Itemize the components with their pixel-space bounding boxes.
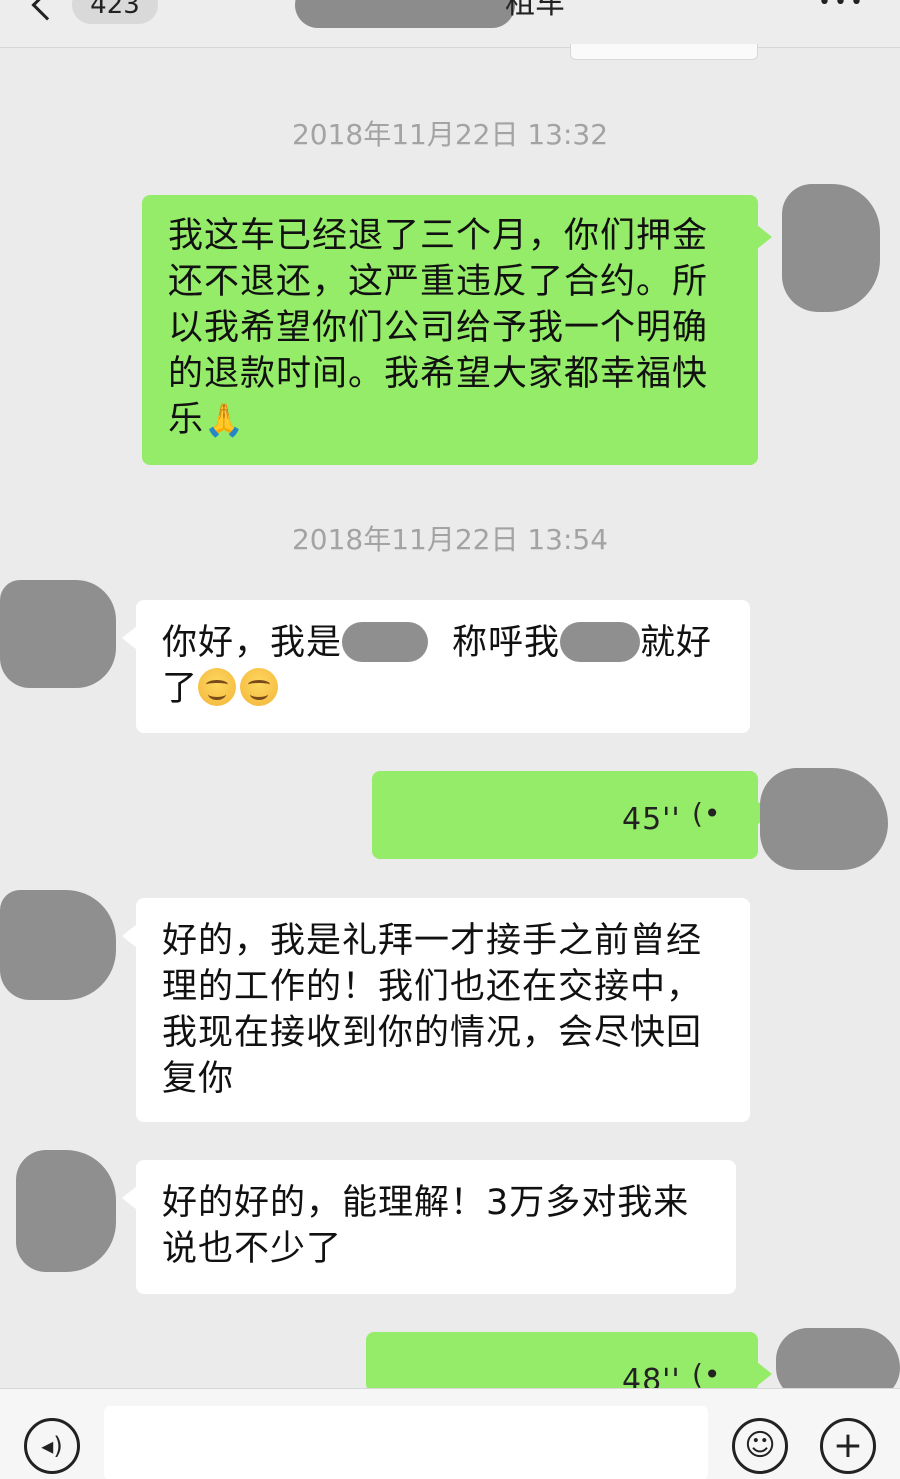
voice-message-bubble[interactable]: 45'' (• bbox=[372, 771, 772, 859]
message-text: 就好 bbox=[640, 623, 713, 663]
voice-wave-icon: (• bbox=[692, 797, 722, 830]
back-chevron-icon[interactable] bbox=[31, 0, 63, 21]
avatar-redaction bbox=[760, 768, 888, 870]
chat-header: 423 租车 ••• bbox=[0, 0, 900, 48]
message-line: 的退款时间。我希望大家都幸福快 bbox=[168, 354, 709, 394]
add-icon[interactable]: + bbox=[820, 1418, 876, 1474]
voice-duration: 45'' bbox=[622, 802, 681, 837]
emoji-icon[interactable]: ☺ bbox=[732, 1418, 788, 1474]
more-options-icon[interactable]: ••• bbox=[818, 0, 866, 14]
received-message-bubble[interactable]: 好的，我是礼拜一才接手之前曾经 理的工作的！我们也还在交接中， 我现在接收到你的… bbox=[122, 898, 750, 1122]
avatar-redaction bbox=[0, 580, 116, 688]
sent-message-bubble[interactable]: 我这车已经退了三个月，你们押金 还不退还，这严重违反了合约。所 以我希望你们公司… bbox=[142, 195, 772, 465]
message-text: 你好，我是 bbox=[162, 623, 343, 663]
avatar-redaction bbox=[782, 184, 880, 312]
floating-player-bar[interactable] bbox=[570, 44, 758, 60]
received-message-bubble[interactable]: 好的好的，能理解！3万多对我来 说也不少了 bbox=[122, 1160, 736, 1294]
smiling-face-icon bbox=[240, 668, 279, 706]
voice-message-bubble[interactable]: 48'' (• bbox=[366, 1332, 772, 1398]
message-line: 以我希望你们公司给予我一个明确 bbox=[168, 308, 709, 348]
message-line: 乐🙏 bbox=[168, 397, 732, 443]
chat-title: 租车 bbox=[505, 0, 565, 21]
message-input[interactable] bbox=[104, 1406, 708, 1479]
message-text: 了 bbox=[162, 669, 199, 709]
timestamp: 2018年11月22日 13:54 bbox=[291, 523, 609, 556]
name-redaction bbox=[560, 622, 641, 662]
message-line: 复你 bbox=[162, 1059, 235, 1099]
voice-toggle-icon[interactable]: ◂) bbox=[24, 1418, 80, 1474]
message-line: 我现在接收到你的情况，会尽快回 bbox=[162, 1013, 703, 1053]
avatar-redaction bbox=[0, 890, 116, 1000]
avatar-redaction bbox=[16, 1150, 116, 1272]
message-line: 好的好的，能理解！3万多对我来 bbox=[162, 1183, 690, 1223]
message-line: 了 bbox=[162, 666, 724, 712]
unread-count-badge[interactable]: 423 bbox=[72, 0, 158, 24]
timestamp: 2018年11月22日 13:32 bbox=[291, 118, 609, 151]
message-text: 称呼我 bbox=[452, 623, 561, 663]
received-message-bubble[interactable]: 你好，我是 称呼我 就好 了 bbox=[122, 600, 750, 733]
message-line: 我这车已经退了三个月，你们押金 bbox=[168, 216, 709, 256]
title-redaction bbox=[295, 0, 515, 28]
name-redaction bbox=[342, 622, 429, 662]
smiling-face-icon bbox=[198, 668, 237, 706]
voice-wave-icon: (• bbox=[692, 1358, 722, 1391]
message-line: 还不退还，这严重违反了合约。所 bbox=[168, 262, 709, 302]
message-line: 你好，我是 称呼我 就好 bbox=[162, 620, 724, 666]
message-line: 理的工作的！我们也还在交接中， bbox=[162, 967, 703, 1007]
praying-hands-icon: 🙏 bbox=[204, 401, 245, 439]
message-line: 说也不少了 bbox=[162, 1229, 343, 1269]
message-line: 好的，我是礼拜一才接手之前曾经 bbox=[162, 921, 703, 961]
message-text: 乐 bbox=[168, 400, 205, 440]
